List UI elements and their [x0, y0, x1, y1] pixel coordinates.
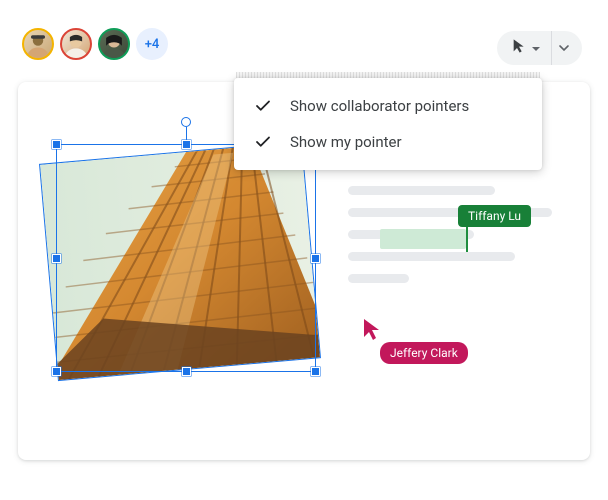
menu-item-show-my-pointer[interactable]: Show my pointer [234, 124, 542, 160]
resize-handle-tm[interactable] [182, 140, 191, 149]
resize-handle-br[interactable] [311, 367, 320, 376]
menu-item-label: Show collaborator pointers [290, 97, 469, 115]
rotate-handle[interactable] [181, 117, 191, 127]
selected-image[interactable] [56, 144, 316, 372]
resize-handle-ml[interactable] [52, 254, 61, 263]
selection-bounding-box [56, 144, 316, 372]
avatar[interactable] [60, 28, 92, 60]
resize-handle-bm[interactable] [182, 367, 191, 376]
pointer-dropdown-button[interactable] [497, 31, 582, 65]
resize-handle-mr[interactable] [311, 254, 320, 263]
check-icon [254, 97, 272, 115]
collaborator-caret [466, 226, 468, 252]
menu-item-show-collaborator-pointers[interactable]: Show collaborator pointers [234, 88, 542, 124]
check-icon [254, 133, 272, 151]
caret-down-icon [531, 39, 541, 58]
text-placeholder-line [348, 274, 409, 283]
text-placeholder-line [348, 186, 495, 195]
collaborator-pointer [362, 318, 382, 346]
avatar-overflow-count[interactable]: +4 [136, 28, 168, 60]
rotate-connector [186, 127, 187, 141]
collaborator-text-selection [380, 229, 466, 249]
collaborator-avatars: +4 [22, 28, 168, 60]
resize-handle-bl[interactable] [52, 367, 61, 376]
collaborator-name-tag: Jeffery Clark [380, 342, 468, 364]
pointer-dropdown-menu: Show collaborator pointers Show my point… [234, 78, 542, 170]
collaborator-name-tag: Tiffany Lu [458, 205, 531, 227]
chevron-down-icon [558, 39, 570, 58]
resize-handle-tl[interactable] [52, 140, 61, 149]
text-placeholder-line [348, 252, 515, 261]
pointer-button-main[interactable] [497, 31, 551, 65]
cursor-icon [511, 38, 527, 58]
menu-item-label: Show my pointer [290, 133, 402, 151]
avatar[interactable] [22, 28, 54, 60]
avatar[interactable] [98, 28, 130, 60]
pointer-button-expand[interactable] [551, 31, 582, 65]
